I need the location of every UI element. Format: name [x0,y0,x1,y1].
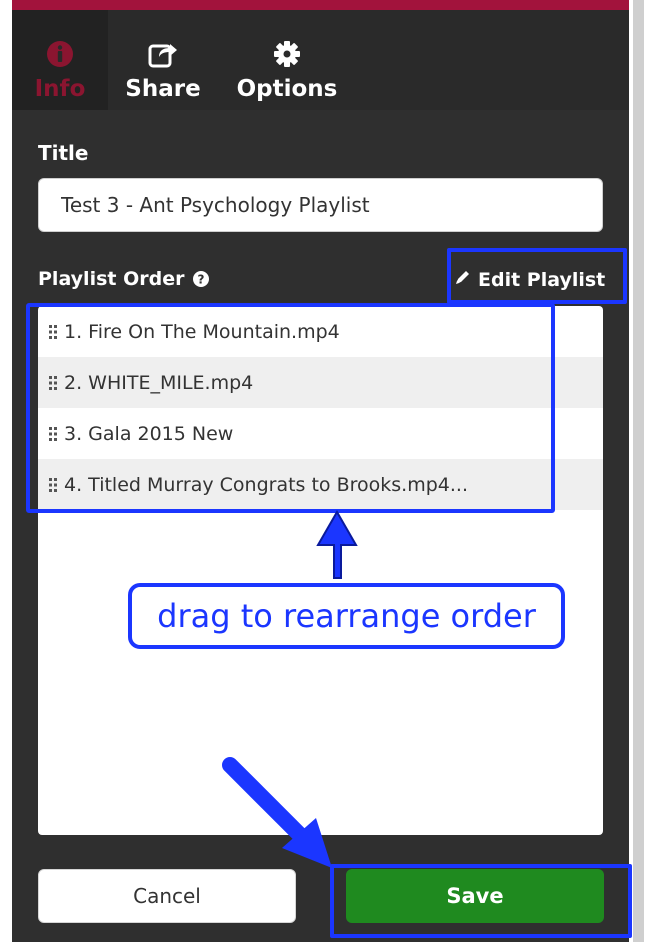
drag-hint-text: drag to rearrange order [157,597,536,635]
save-highlight-box [330,864,632,938]
drag-hint-callout: drag to rearrange order [128,583,565,649]
tab-info[interactable]: Info [12,10,108,110]
tab-info-label: Info [34,76,86,102]
scrollbar[interactable] [633,0,644,942]
playlist-highlight-box [26,303,555,513]
info-icon [45,38,75,70]
title-label: Title [38,141,89,165]
tab-share[interactable]: Share [122,10,204,110]
tab-share-label: Share [125,76,201,102]
share-icon [147,38,179,70]
svg-text:?: ? [198,273,205,287]
help-icon[interactable]: ? [192,270,210,288]
cancel-button[interactable]: Cancel [38,869,296,923]
tab-options[interactable]: Options [232,10,342,110]
title-input[interactable] [38,178,603,232]
edit-playlist-highlight-box [447,248,627,304]
playlist-order-label: Playlist Order [38,268,185,290]
gear-icon [273,38,301,70]
playlist-order-heading: Playlist Order ? [38,268,210,290]
tab-options-label: Options [236,76,338,102]
top-accent-stripe [12,0,629,10]
